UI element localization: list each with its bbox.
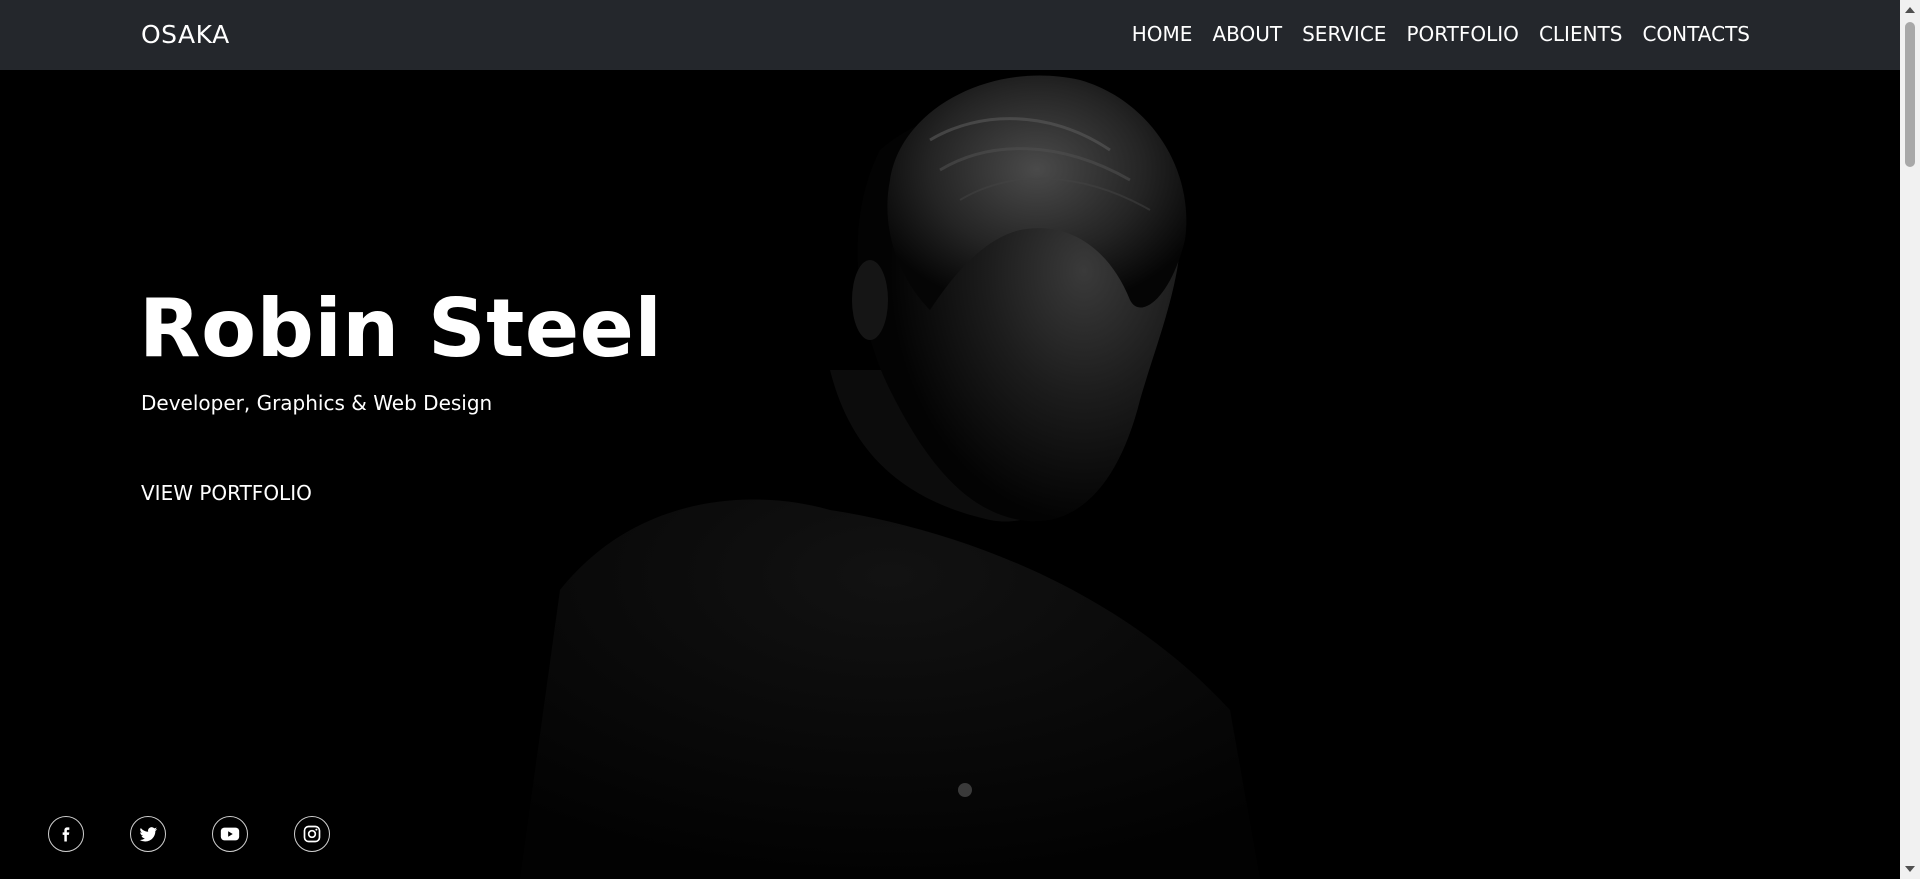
main-nav: HOME ABOUT SERVICE PORTFOLIO CLIENTS CON… — [1132, 22, 1750, 46]
youtube-icon — [220, 827, 240, 841]
hero-title: Robin Steel — [139, 282, 663, 375]
instagram-link[interactable] — [294, 816, 330, 852]
hero-portrait-image — [520, 75, 1260, 879]
nav-item-about[interactable]: ABOUT — [1212, 22, 1282, 46]
twitter-icon — [139, 827, 158, 842]
nav-item-service[interactable]: SERVICE — [1302, 22, 1386, 46]
facebook-link[interactable] — [48, 816, 84, 852]
scrollbar-thumb[interactable] — [1905, 22, 1915, 167]
instagram-icon — [303, 825, 321, 843]
scroll-down-icon[interactable] — [1905, 866, 1915, 872]
youtube-link[interactable] — [212, 816, 248, 852]
page: OSAKA HOME ABOUT SERVICE PORTFOLIO CLIEN… — [0, 0, 1920, 879]
nav-item-portfolio[interactable]: PORTFOLIO — [1406, 22, 1519, 46]
social-links — [48, 816, 330, 852]
brand-logo[interactable]: OSAKA — [141, 20, 230, 49]
nav-item-clients[interactable]: CLIENTS — [1539, 22, 1623, 46]
scroll-up-icon[interactable] — [1905, 7, 1915, 13]
twitter-link[interactable] — [130, 816, 166, 852]
page-scrollbar[interactable] — [1900, 0, 1920, 879]
nav-item-home[interactable]: HOME — [1132, 22, 1193, 46]
facebook-icon — [62, 827, 70, 842]
nav-item-contacts[interactable]: CONTACTS — [1642, 22, 1750, 46]
top-navbar: OSAKA HOME ABOUT SERVICE PORTFOLIO CLIEN… — [0, 0, 1900, 70]
hero-section — [0, 70, 1900, 879]
hero-subtitle: Developer, Graphics & Web Design — [141, 391, 493, 415]
view-portfolio-link[interactable]: VIEW PORTFOLIO — [141, 481, 312, 505]
